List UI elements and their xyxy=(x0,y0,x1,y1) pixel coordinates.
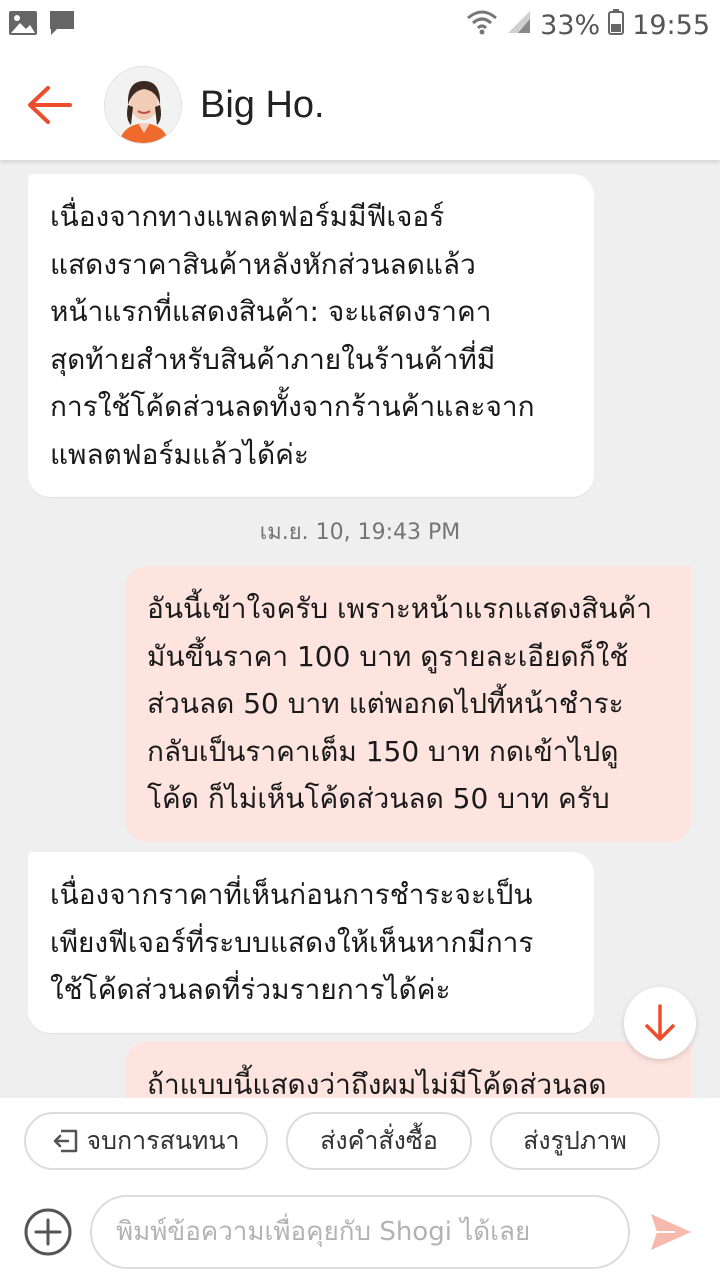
chat-header: Big Ho. xyxy=(0,50,720,160)
message-bubble-incoming[interactable]: เนื่องจากทางแพลตฟอร์มมีฟีเจอร์ แสดงราคาส… xyxy=(28,174,594,497)
end-chat-button[interactable]: จบการสนทนา xyxy=(24,1112,268,1170)
message-line: เพียงฟีเจอร์ที่ระบบแสดงให้เห็นหากมีการ xyxy=(50,925,534,959)
avatar[interactable] xyxy=(104,66,182,144)
message-composer xyxy=(0,1184,720,1280)
message-timestamp: เม.ย. 10, 19:43 PM xyxy=(259,520,461,545)
message-line: แพลตฟอร์มแล้วได้ค่ะ xyxy=(50,437,309,471)
gallery-notification-icon xyxy=(8,10,38,40)
signal-icon xyxy=(506,9,532,42)
message-bubble-outgoing[interactable]: อันนี้เข้าใจครับ เพราะหน้าแรกแสดงสินค้า … xyxy=(125,566,691,842)
wifi-icon xyxy=(466,9,498,42)
quick-actions-bar: จบการสนทนา ส่งคำสั่งซื้อ ส่งรูปภาพ xyxy=(0,1098,720,1184)
message-line: สุดท้ายสำหรับสินค้าภายในร้านค้าที่มี xyxy=(50,342,496,376)
send-order-button[interactable]: ส่งคำสั่งซื้อ xyxy=(286,1112,472,1170)
send-icon xyxy=(651,1214,691,1250)
clock: 19:55 xyxy=(632,9,710,41)
message-line: ถ้าแบบนี้แสดงว่าถึงผมไม่มีโค้ดส่วนลด xyxy=(147,1068,607,1098)
status-bar: 33% 19:55 xyxy=(0,0,720,50)
message-notification-icon xyxy=(48,9,76,41)
message-line: กลับเป็นราคาเต็ม 150 บาท กดเข้าไปดู xyxy=(147,734,619,768)
send-photo-button[interactable]: ส่งรูปภาพ xyxy=(490,1112,660,1170)
battery-percent: 33% xyxy=(540,9,601,41)
message-line: ส่วนลด 50 บาท แต่พอกดไปที้หน้าชำระ xyxy=(147,687,624,720)
send-button[interactable] xyxy=(646,1207,696,1257)
message-line: มันขึ้นราคา 100 บาท ดูรายละเอียดก็ใช้ xyxy=(147,639,629,673)
scroll-to-bottom-button[interactable] xyxy=(624,987,696,1059)
send-photo-label: ส่งรูปภาพ xyxy=(523,1126,627,1155)
send-order-label: ส่งคำสั่งซื้อ xyxy=(320,1126,438,1155)
message-input[interactable] xyxy=(90,1195,630,1269)
message-line: อันนี้เข้าใจครับ เพราะหน้าแรกแสดงสินค้า xyxy=(147,592,652,625)
exit-icon xyxy=(54,1129,78,1153)
message-line: เนื่องจากทางแพลตฟอร์มมีฟีเจอร์ xyxy=(50,200,445,233)
back-button[interactable] xyxy=(22,78,76,132)
arrow-left-icon xyxy=(28,86,72,124)
message-line: หน้าแรกที่แสดงสินค้า: จะแสดงราคา xyxy=(50,295,492,328)
message-line: โค้ด ก็ไม่เห็นโค้ดส่วนลด 50 บาท ครับ xyxy=(147,782,610,815)
message-list[interactable]: เนื่องจากทางแพลตฟอร์มมีฟีเจอร์ แสดงราคาส… xyxy=(0,160,720,1098)
end-chat-label: จบการสนทนา xyxy=(86,1126,240,1155)
add-attachment-button[interactable] xyxy=(22,1206,74,1258)
message-bubble-outgoing[interactable]: ถ้าแบบนี้แสดงว่าถึงผมไม่มีโค้ดส่วนลด xyxy=(125,1042,691,1098)
chat-title: Big Ho. xyxy=(200,83,325,126)
plus-circle-icon xyxy=(24,1208,72,1256)
message-line: ใช้โค้ดส่วนลดที่ร่วมรายการได้ค่ะ xyxy=(50,973,451,1006)
message-bubble-incoming[interactable]: เนื่องจากราคาที่เห็นก่อนการชำระจะเป็น เพ… xyxy=(28,852,594,1033)
message-line: แสดงราคาสินค้าหลังหักส่วนลดแล้ว xyxy=(50,247,476,281)
arrow-down-icon xyxy=(645,1004,675,1041)
message-line: เนื่องจากราคาที่เห็นก่อนการชำระจะเป็น xyxy=(50,878,533,911)
message-line: การใช้โค้ดส่วนลดทั้งจากร้านค้าและจาก xyxy=(50,390,535,423)
battery-icon xyxy=(608,8,625,42)
